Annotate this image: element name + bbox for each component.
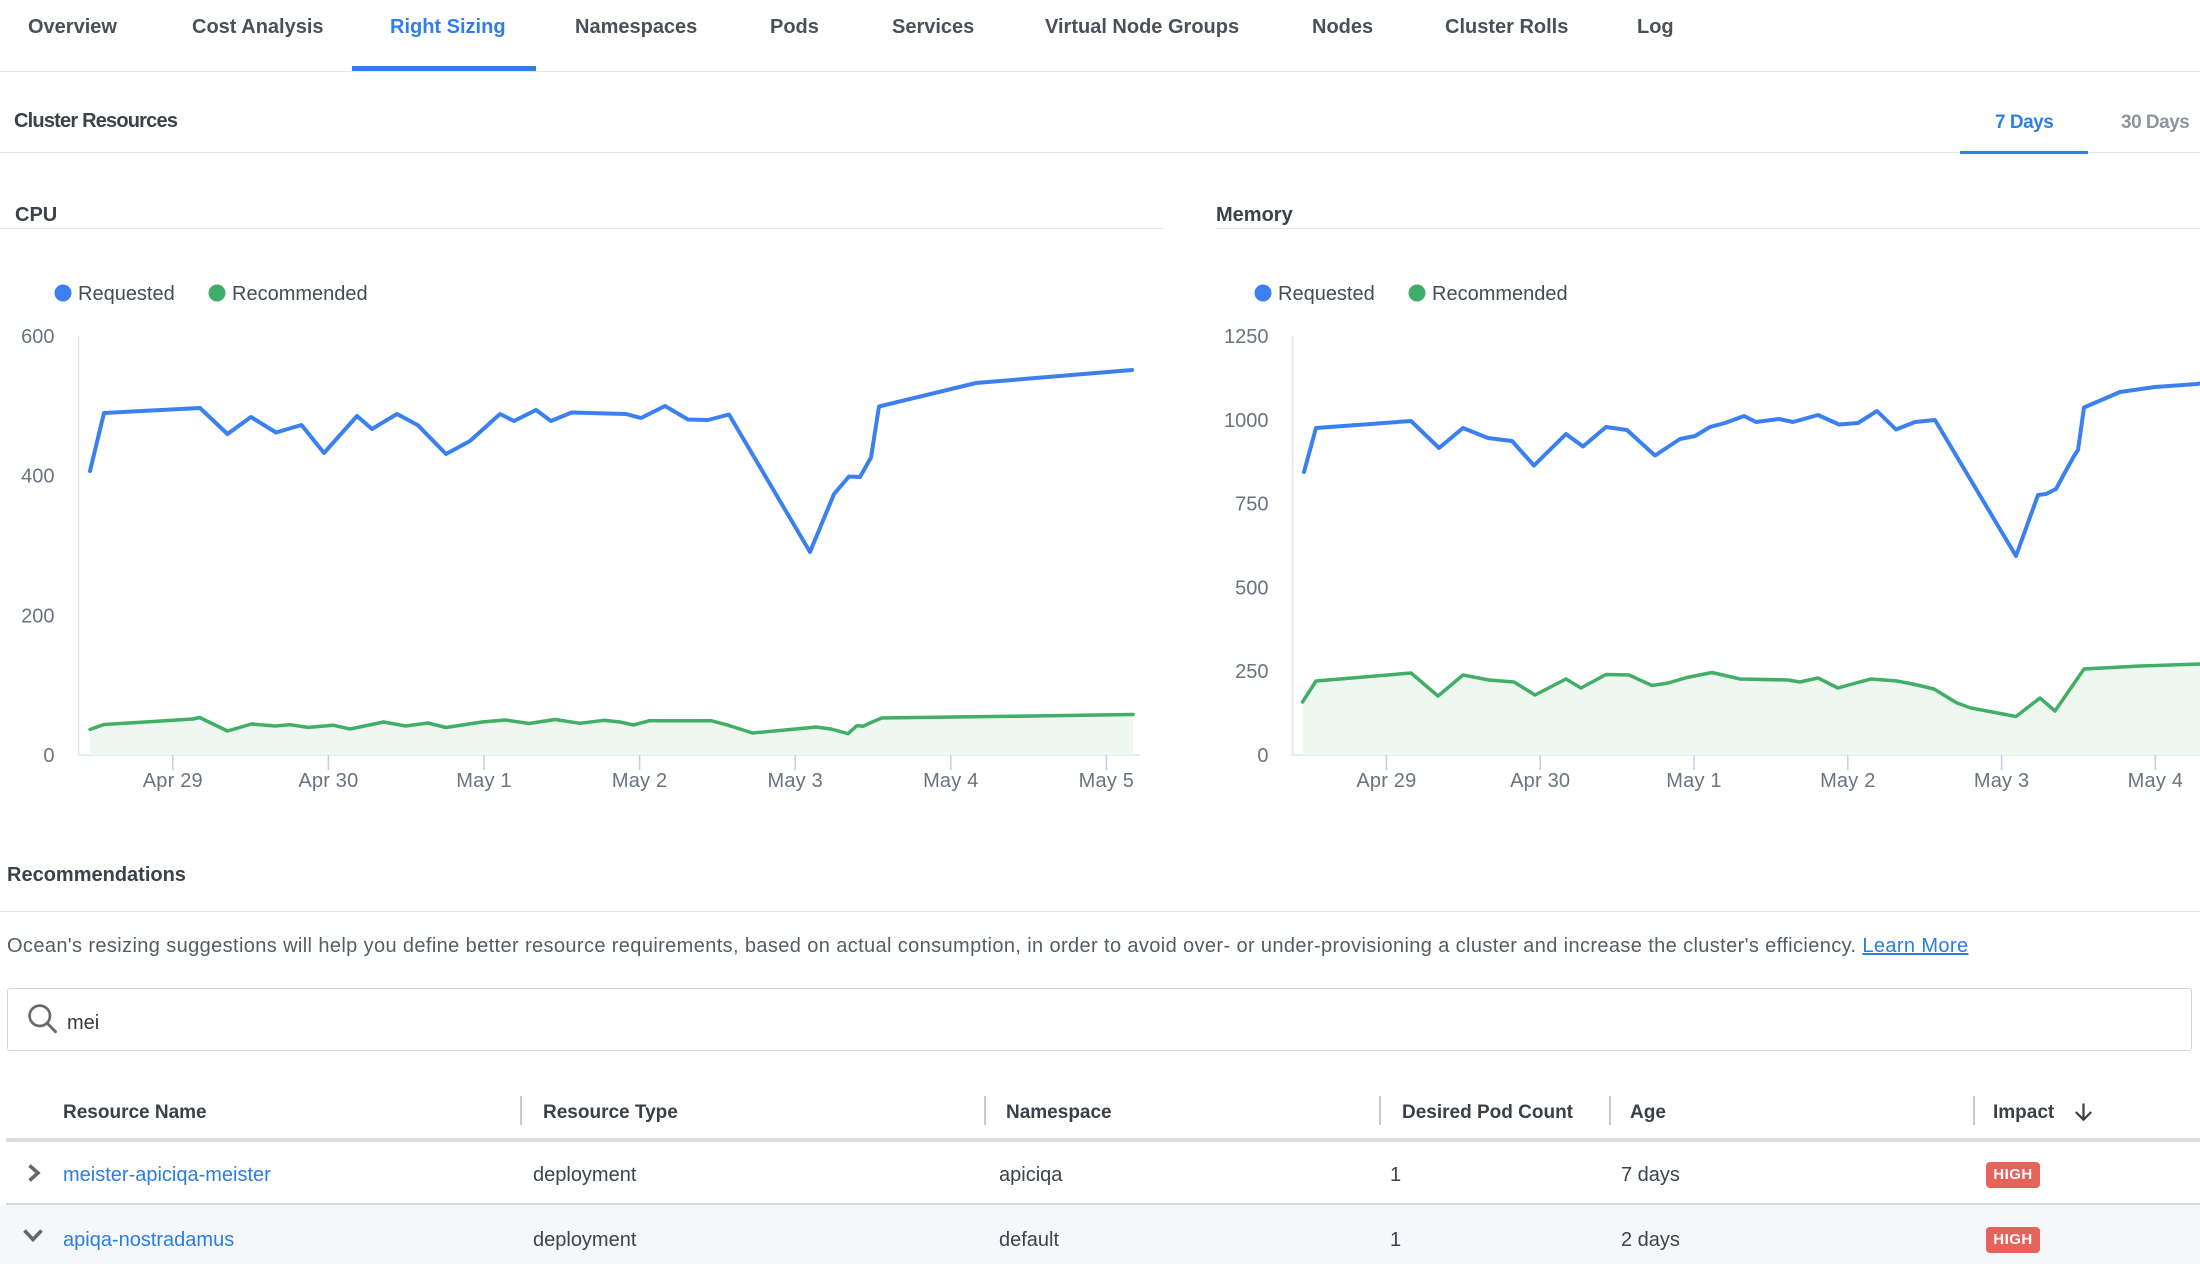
svg-text:May 1: May 1 — [456, 770, 511, 792]
svg-text:May 3: May 3 — [767, 770, 822, 792]
svg-text:May 1: May 1 — [1666, 770, 1721, 792]
svg-text:May 5: May 5 — [1079, 770, 1134, 792]
svg-text:May 2: May 2 — [612, 770, 667, 792]
svg-text:0: 0 — [43, 745, 54, 767]
svg-text:400: 400 — [21, 466, 54, 488]
svg-text:Recommended: Recommended — [232, 283, 368, 305]
svg-text:Apr 30: Apr 30 — [298, 770, 358, 792]
svg-text:Requested: Requested — [78, 283, 175, 305]
svg-text:May 3: May 3 — [1974, 770, 2029, 792]
svg-text:750: 750 — [1235, 494, 1268, 516]
svg-text:May 4: May 4 — [923, 770, 978, 792]
svg-text:250: 250 — [1235, 661, 1268, 683]
svg-text:200: 200 — [21, 605, 54, 627]
svg-text:Requested: Requested — [1278, 283, 1375, 305]
svg-text:Recommended: Recommended — [1432, 283, 1568, 305]
svg-text:May 4: May 4 — [2128, 770, 2183, 792]
svg-text:600: 600 — [21, 326, 54, 348]
svg-text:Apr 29: Apr 29 — [1356, 770, 1416, 792]
svg-text:Apr 29: Apr 29 — [143, 770, 203, 792]
svg-text:1000: 1000 — [1224, 410, 1269, 432]
svg-text:May 2: May 2 — [1820, 770, 1875, 792]
svg-text:500: 500 — [1235, 577, 1268, 599]
svg-text:Apr 30: Apr 30 — [1510, 770, 1570, 792]
svg-text:1250: 1250 — [1224, 326, 1269, 348]
svg-text:0: 0 — [1257, 745, 1268, 767]
